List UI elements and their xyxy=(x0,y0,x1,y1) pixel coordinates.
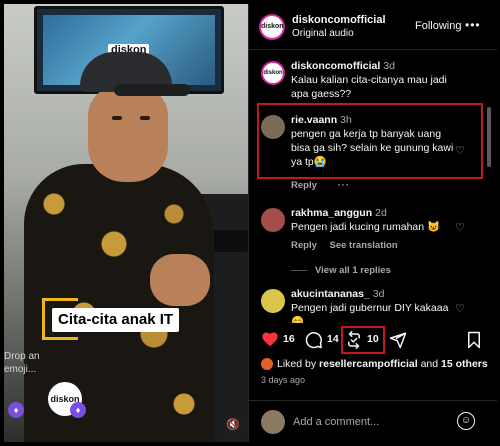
video-caption: Cita-cita anak IT xyxy=(52,308,180,332)
header-username[interactable]: diskoncomofficial xyxy=(292,14,386,26)
reaction-icon[interactable]: ♦ xyxy=(8,402,24,418)
post-timestamp: 3 days ago xyxy=(261,375,306,385)
comment-text: Pengen jadi gubernur DIY kakaaa 😊 xyxy=(291,302,449,323)
view-replies-link[interactable]: View all 1 replies xyxy=(291,265,391,276)
instagram-post-frame: diskon Cita-cita anak IT Drop an emoji..… xyxy=(0,0,500,446)
avatar[interactable] xyxy=(261,115,285,139)
comment-count[interactable]: 14 xyxy=(327,333,339,345)
share-icon[interactable] xyxy=(389,331,407,349)
liked-by-others[interactable]: 15 others xyxy=(441,358,488,370)
video-player[interactable]: diskon Cita-cita anak IT Drop an emoji..… xyxy=(4,4,248,442)
heart-icon[interactable]: ♡ xyxy=(455,303,467,315)
comment-username[interactable]: diskoncomofficial xyxy=(291,60,380,72)
following-button[interactable]: Following xyxy=(415,20,461,32)
comment-time: 3h xyxy=(340,114,352,126)
avatar[interactable]: diskon xyxy=(261,61,285,85)
comment-username[interactable]: rakhma_anggun xyxy=(291,207,372,219)
emoji-drop-hint: Drop an emoji... xyxy=(4,351,40,375)
avatar[interactable] xyxy=(261,208,285,232)
comment-text: Kalau kalian cita-citanya mau jadi apa g… xyxy=(291,74,447,100)
video-person-face xyxy=(88,86,168,182)
emoji-icon[interactable]: ☺ xyxy=(457,412,475,430)
save-icon[interactable] xyxy=(467,331,481,349)
avatar[interactable] xyxy=(261,410,285,434)
post-actions: 16 14 10 xyxy=(249,326,497,354)
post-panel: diskon diskoncomofficial Original audio … xyxy=(248,4,497,442)
repost-icon[interactable] xyxy=(345,331,363,349)
like-icon[interactable] xyxy=(261,331,279,347)
scrollbar[interactable] xyxy=(487,107,491,167)
liked-by-user[interactable]: resellercampofficial xyxy=(319,358,418,370)
comment-input[interactable] xyxy=(293,413,443,431)
comment-username[interactable]: rie.vaann xyxy=(291,114,337,126)
reply-button[interactable]: Reply xyxy=(291,240,317,251)
avatar[interactable] xyxy=(261,289,285,313)
original-audio-link[interactable]: Original audio xyxy=(292,28,354,39)
avatar[interactable] xyxy=(261,358,273,371)
like-count[interactable]: 16 xyxy=(283,333,295,345)
comment-time: 3d xyxy=(372,288,385,300)
video-person-arm xyxy=(150,254,210,306)
more-options-icon[interactable]: ••• xyxy=(465,18,481,32)
reaction-icon[interactable]: ♦ xyxy=(70,402,86,418)
comment-text: pengen ga kerja tp banyak uang bisa ga s… xyxy=(291,128,454,168)
post-header: diskon diskoncomofficial Original audio … xyxy=(249,4,497,50)
heart-icon[interactable]: ♡ xyxy=(455,145,467,157)
repost-count[interactable]: 10 xyxy=(367,333,379,345)
liked-by: Liked by resellercampofficial and 15 oth… xyxy=(261,358,488,371)
comment-time: 2d xyxy=(375,207,387,219)
avatar[interactable]: diskon xyxy=(259,14,285,40)
comments-list[interactable]: diskon diskoncomofficial 3d Kalau kalian … xyxy=(249,51,497,323)
comment-time: 3d xyxy=(383,60,395,72)
mute-icon[interactable]: 🔇 xyxy=(222,414,244,436)
add-comment-bar: ☺ xyxy=(249,400,497,442)
comment-username[interactable]: akucintananas_ xyxy=(291,288,370,300)
see-translation-link[interactable]: See translation xyxy=(330,240,398,251)
heart-icon[interactable]: ♡ xyxy=(455,222,467,234)
comment-icon[interactable] xyxy=(305,331,323,349)
reply-button[interactable]: Reply xyxy=(291,180,317,191)
more-options-icon[interactable]: ··· xyxy=(338,180,351,191)
comment-text: Pengen jadi kucing rumahan 😺 xyxy=(291,221,441,233)
